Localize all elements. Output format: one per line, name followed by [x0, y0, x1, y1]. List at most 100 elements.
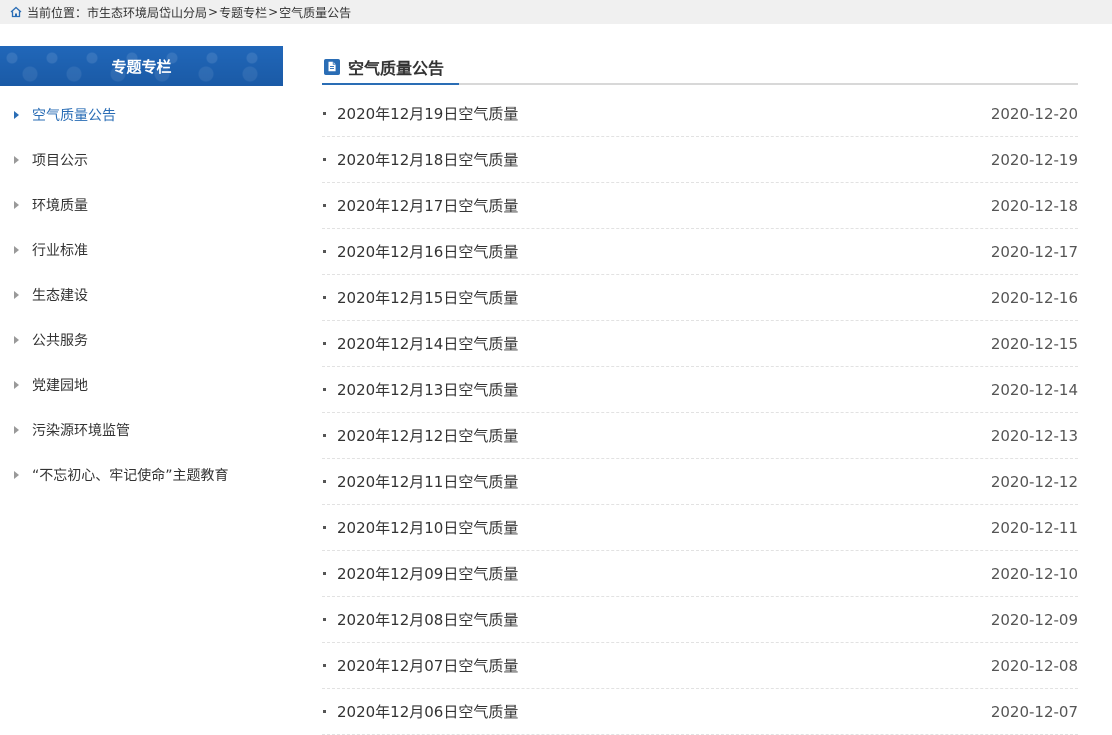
article-date: 2020-12-14 — [990, 380, 1078, 399]
bullet-icon — [323, 526, 326, 529]
article-left: 2020年12月14日空气质量 — [322, 333, 518, 354]
article-title-link[interactable]: 2020年12月16日空气质量 — [337, 241, 518, 262]
list-item[interactable]: 2020年12月12日空气质量 2020-12-13 — [322, 413, 1078, 459]
sidebar-item-air-quality[interactable]: 空气质量公告 — [0, 92, 283, 137]
article-title-link[interactable]: 2020年12月18日空气质量 — [337, 149, 518, 170]
triangle-right-icon — [14, 335, 19, 344]
list-item[interactable]: 2020年12月16日空气质量 2020-12-17 — [322, 229, 1078, 275]
article-left: 2020年12月06日空气质量 — [322, 701, 518, 722]
sidebar-item-pollution-supervision[interactable]: 污染源环境监管 — [0, 407, 283, 452]
article-title-link[interactable]: 2020年12月13日空气质量 — [337, 379, 518, 400]
article-title-link[interactable]: 2020年12月11日空气质量 — [337, 471, 518, 492]
breadcrumb-prefix: 当前位置： — [27, 5, 88, 20]
triangle-right-icon — [14, 110, 19, 119]
article-title-link[interactable]: 2020年12月08日空气质量 — [337, 609, 518, 630]
list-item[interactable]: 2020年12月10日空气质量 2020-12-11 — [322, 505, 1078, 551]
sidebar-item-public-service[interactable]: 公共服务 — [0, 317, 283, 362]
bullet-icon — [323, 388, 326, 391]
bullet-icon — [323, 158, 326, 161]
sidebar-item-label: “不忘初心、牢记使命”主题教育 — [32, 467, 229, 484]
article-list: 2020年12月19日空气质量 2020-12-20 2020年12月18日空气质量… — [322, 91, 1078, 735]
sidebar-header: 专题专栏 — [0, 46, 283, 86]
bullet-icon — [323, 204, 326, 207]
list-item[interactable]: 2020年12月09日空气质量 2020-12-10 — [322, 551, 1078, 597]
list-item[interactable]: 2020年12月15日空气质量 2020-12-16 — [322, 275, 1078, 321]
list-item[interactable]: 2020年12月11日空气质量 2020-12-12 — [322, 459, 1078, 505]
article-left: 2020年12月07日空气质量 — [322, 655, 518, 676]
article-title-link[interactable]: 2020年12月12日空气质量 — [337, 425, 518, 446]
sidebar: 专题专栏 空气质量公告 项目公示 环境质量 行业标准 生态建设 公共服务 党建园… — [0, 46, 283, 497]
article-date: 2020-12-13 — [990, 426, 1078, 445]
sidebar-list: 空气质量公告 项目公示 环境质量 行业标准 生态建设 公共服务 党建园地 污染源… — [0, 86, 283, 497]
list-item[interactable]: 2020年12月08日空气质量 2020-12-09 — [322, 597, 1078, 643]
article-title-link[interactable]: 2020年12月07日空气质量 — [337, 655, 518, 676]
article-date: 2020-12-07 — [990, 702, 1078, 721]
breadcrumb-item[interactable]: 专题专栏 — [219, 4, 267, 21]
list-item[interactable]: 2020年12月06日空气质量 2020-12-07 — [322, 689, 1078, 735]
breadcrumb: 当前位置： 市生态环境局岱山分局 > 专题专栏 > 空气质量公告 — [0, 0, 1112, 24]
article-left: 2020年12月08日空气质量 — [322, 609, 518, 630]
bullet-icon — [323, 710, 326, 713]
sidebar-item-environment-quality[interactable]: 环境质量 — [0, 182, 283, 227]
article-left: 2020年12月19日空气质量 — [322, 103, 518, 124]
article-date: 2020-12-15 — [990, 334, 1078, 353]
article-date: 2020-12-18 — [990, 196, 1078, 215]
triangle-right-icon — [14, 470, 19, 479]
sidebar-item-theme-education[interactable]: “不忘初心、牢记使命”主题教育 — [0, 452, 283, 497]
article-date: 2020-12-09 — [990, 610, 1078, 629]
article-date: 2020-12-10 — [990, 564, 1078, 583]
bullet-icon — [323, 342, 326, 345]
article-left: 2020年12月09日空气质量 — [322, 563, 518, 584]
list-item[interactable]: 2020年12月17日空气质量 2020-12-18 — [322, 183, 1078, 229]
page-title: 空气质量公告 — [348, 58, 445, 78]
sidebar-item-label: 环境质量 — [32, 197, 88, 214]
article-title-link[interactable]: 2020年12月14日空气质量 — [337, 333, 518, 354]
article-left: 2020年12月13日空气质量 — [322, 379, 518, 400]
triangle-right-icon — [14, 200, 19, 209]
list-item[interactable]: 2020年12月18日空气质量 2020-12-19 — [322, 137, 1078, 183]
triangle-right-icon — [14, 425, 19, 434]
sidebar-item-industry-standards[interactable]: 行业标准 — [0, 227, 283, 272]
article-date: 2020-12-20 — [990, 104, 1078, 123]
section-header: 空气质量公告 — [322, 50, 1078, 85]
list-item[interactable]: 2020年12月19日空气质量 2020-12-20 — [322, 91, 1078, 137]
bullet-icon — [323, 112, 326, 115]
list-item[interactable]: 2020年12月14日空气质量 2020-12-15 — [322, 321, 1078, 367]
breadcrumb-item[interactable]: 空气质量公告 — [279, 4, 351, 21]
list-item[interactable]: 2020年12月13日空气质量 2020-12-14 — [322, 367, 1078, 413]
article-title-link[interactable]: 2020年12月10日空气质量 — [337, 517, 518, 538]
article-date: 2020-12-16 — [990, 288, 1078, 307]
sidebar-item-label: 生态建设 — [32, 287, 88, 304]
article-title-link[interactable]: 2020年12月15日空气质量 — [337, 287, 518, 308]
sidebar-item-label: 党建园地 — [32, 377, 88, 394]
sidebar-item-ecological-construction[interactable]: 生态建设 — [0, 272, 283, 317]
breadcrumb-separator: > — [208, 5, 219, 19]
article-title-link[interactable]: 2020年12月19日空气质量 — [337, 103, 518, 124]
triangle-right-icon — [14, 245, 19, 254]
article-title-link[interactable]: 2020年12月17日空气质量 — [337, 195, 518, 216]
list-item[interactable]: 2020年12月07日空气质量 2020-12-08 — [322, 643, 1078, 689]
article-date: 2020-12-11 — [990, 518, 1078, 537]
article-left: 2020年12月11日空气质量 — [322, 471, 518, 492]
sidebar-item-label: 项目公示 — [32, 152, 88, 169]
triangle-right-icon — [14, 380, 19, 389]
bullet-icon — [323, 250, 326, 253]
article-date: 2020-12-08 — [990, 656, 1078, 675]
triangle-right-icon — [14, 155, 19, 164]
article-date: 2020-12-17 — [990, 242, 1078, 261]
sidebar-item-label: 行业标准 — [32, 242, 88, 259]
breadcrumb-item[interactable]: 市生态环境局岱山分局 — [87, 4, 207, 21]
article-left: 2020年12月12日空气质量 — [322, 425, 518, 446]
article-title-link[interactable]: 2020年12月06日空气质量 — [337, 701, 518, 722]
article-title-link[interactable]: 2020年12月09日空气质量 — [337, 563, 518, 584]
sidebar-item-label: 空气质量公告 — [32, 107, 116, 124]
sidebar-item-label: 公共服务 — [32, 332, 88, 349]
bullet-icon — [323, 572, 326, 575]
home-icon[interactable] — [10, 6, 22, 18]
sidebar-item-project-notice[interactable]: 项目公示 — [0, 137, 283, 182]
article-date: 2020-12-12 — [990, 472, 1078, 491]
sidebar-item-party-building[interactable]: 党建园地 — [0, 362, 283, 407]
article-left: 2020年12月10日空气质量 — [322, 517, 518, 538]
bullet-icon — [323, 618, 326, 621]
article-left: 2020年12月15日空气质量 — [322, 287, 518, 308]
